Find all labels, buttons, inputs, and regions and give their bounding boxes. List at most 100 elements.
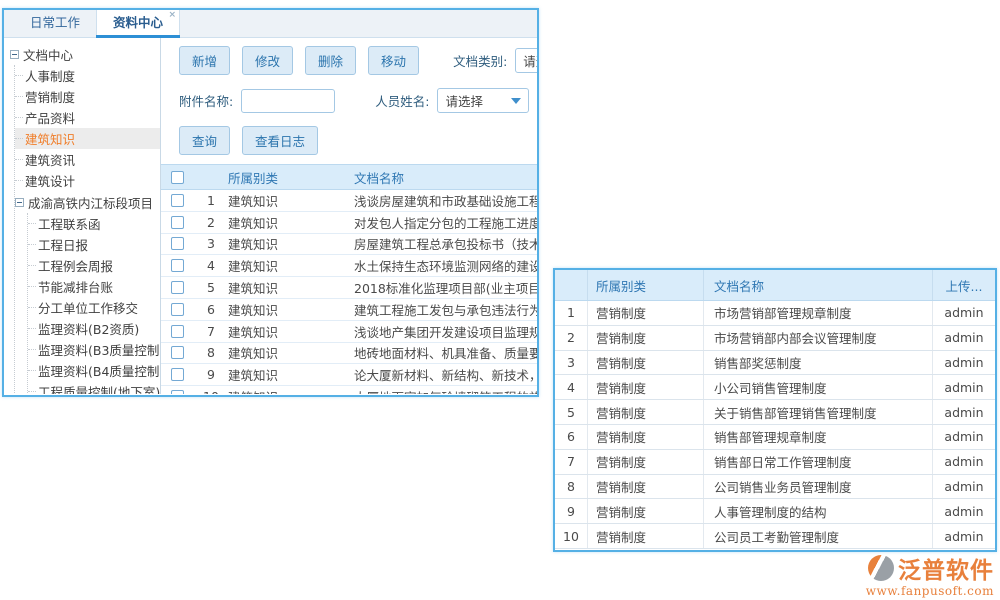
tree-leaf[interactable]: 节能减排台账 (28, 276, 160, 297)
tree-leaf[interactable]: 建筑资讯 (15, 149, 160, 170)
row-checkbox[interactable] (171, 390, 184, 394)
cell-category: 建筑知识 (228, 365, 354, 384)
tree-leaf[interactable]: 工程质量控制(地下室) (28, 381, 160, 394)
table-row[interactable]: 8营销制度公司销售业务员管理制度admin (555, 475, 995, 500)
table-row[interactable]: 2营销制度市场营销部内部会议管理制度admin (555, 326, 995, 351)
tree-leaf[interactable]: 监理资料(B4质量控制) (28, 360, 160, 381)
table-row[interactable]: 4建筑知识水土保持生态环境监测网络的建设与资... (161, 255, 537, 277)
cell-index: 6 (555, 425, 588, 449)
row-checkbox[interactable] (171, 194, 184, 207)
tree-leaf[interactable]: 工程日报 (28, 234, 160, 255)
tree-root-document-center[interactable]: 文档中心 (10, 43, 160, 65)
toolbar-row-filters: 附件名称: 人员姓名: 请选择 上传日期 (161, 88, 537, 113)
cell-doc-name: 房屋建筑工程总承包投标书（技术标）... (354, 234, 537, 253)
row-checkbox[interactable] (171, 368, 184, 381)
cell-doc-name: 销售部日常工作管理制度 (704, 450, 933, 474)
cell-category: 营销制度 (588, 375, 704, 399)
header-doc-name[interactable]: 文档名称 (704, 270, 933, 300)
tree-leaf[interactable]: 监理资料(B2资质) (28, 318, 160, 339)
row-checkbox[interactable] (171, 281, 184, 294)
doc-category-value: 请选择 (523, 51, 537, 70)
cell-doc-name: 关于销售部管理销售管理制度 (704, 400, 933, 424)
view-log-button[interactable]: 查看日志 (242, 126, 318, 155)
tree-node-project[interactable]: 成渝高铁内江标段项目 (15, 191, 160, 213)
chevron-down-icon (511, 98, 521, 104)
attachment-name-label: 附件名称: (179, 91, 233, 110)
tree-leaf[interactable]: 工程例会周报 (28, 255, 160, 276)
tab-daily-work[interactable]: 日常工作 (14, 10, 96, 37)
doc-category-select[interactable]: 请选择 (515, 48, 537, 73)
table-row[interactable]: 1建筑知识浅谈房屋建筑和市政基础设施工程施工... (161, 190, 537, 212)
row-checkbox[interactable] (171, 237, 184, 250)
edit-button[interactable]: 修改 (242, 46, 293, 75)
tree-leaf-label: 监理资料(B3质量控制) (38, 340, 161, 359)
cell-index: 2 (555, 326, 588, 350)
collapse-icon[interactable] (10, 50, 19, 59)
cell-index: 5 (194, 280, 228, 295)
table-row[interactable]: 9营销制度人事管理制度的结构admin (555, 499, 995, 524)
row-checkbox[interactable] (171, 346, 184, 359)
tree-leaf[interactable]: 营销制度 (15, 86, 160, 107)
cell-doc-name: 大厦地下室加气砼墙砌筑工程的施工方... (354, 387, 537, 394)
row-checkbox[interactable] (171, 216, 184, 229)
move-button[interactable]: 移动 (368, 46, 419, 75)
cell-doc-name: 市场营销部管理规章制度 (704, 301, 933, 325)
table-row[interactable]: 8建筑知识地砖地面材料、机具准备、质量要求及... (161, 343, 537, 365)
tab-data-center[interactable]: 资料中心 × (96, 10, 180, 37)
row-checkbox[interactable] (171, 259, 184, 272)
header-doc-name[interactable]: 文档名称 (354, 168, 537, 187)
cell-uploader: admin (933, 524, 995, 548)
table-row[interactable]: 7建筑知识浅谈地产集团开发建设项目监理规划编... (161, 321, 537, 343)
add-button[interactable]: 新增 (179, 46, 230, 75)
cell-index: 6 (194, 302, 228, 317)
cell-index: 7 (194, 324, 228, 339)
cell-doc-name: 地砖地面材料、机具准备、质量要求及... (354, 343, 537, 362)
row-checkbox[interactable] (171, 325, 184, 338)
tree-leaf[interactable]: 建筑知识 (15, 128, 160, 149)
table-row[interactable]: 10建筑知识大厦地下室加气砼墙砌筑工程的施工方... (161, 386, 537, 394)
header-category[interactable]: 所属别类 (588, 270, 704, 300)
header-category[interactable]: 所属别类 (228, 168, 354, 187)
tree-leaf[interactable]: 建筑设计 (15, 170, 160, 191)
table-row[interactable]: 6营销制度销售部管理规章制度admin (555, 425, 995, 450)
table-row[interactable]: 10营销制度公司员工考勤管理制度admin (555, 524, 995, 549)
select-all-checkbox[interactable] (171, 171, 184, 184)
fanpu-logo-url: www.fanpusoft.com (866, 584, 994, 598)
cell-doc-name: 小公司销售管理制度 (704, 375, 933, 399)
table-row[interactable]: 6建筑知识建筑工程施工发包与承包违法行为认定... (161, 299, 537, 321)
cell-uploader: admin (933, 425, 995, 449)
person-name-select[interactable]: 请选择 (437, 88, 529, 113)
tree-leaf[interactable]: 工程联系函 (28, 213, 160, 234)
attachment-name-input[interactable] (241, 89, 335, 113)
delete-button[interactable]: 删除 (305, 46, 356, 75)
row-checkbox[interactable] (171, 303, 184, 316)
table-row[interactable]: 5营销制度关于销售部管理销售管理制度admin (555, 400, 995, 425)
close-icon[interactable]: × (168, 10, 176, 20)
tree-leaf[interactable]: 分工单位工作移交 (28, 297, 160, 318)
table-row[interactable]: 3营销制度销售部奖惩制度admin (555, 351, 995, 376)
table-row[interactable]: 3建筑知识房屋建筑工程总承包投标书（技术标）... (161, 234, 537, 256)
table-row[interactable]: 2建筑知识对发包人指定分包的工程施工进度安排... (161, 212, 537, 234)
cell-category: 营销制度 (588, 425, 704, 449)
fanpu-logo: 泛普软件 www.fanpusoft.com (866, 551, 994, 598)
cell-index: 9 (194, 367, 228, 382)
table-row[interactable]: 1营销制度市场营销部管理规章制度admin (555, 301, 995, 326)
tree-leaf[interactable]: 监理资料(B3质量控制) (28, 339, 160, 360)
table-row[interactable]: 5建筑知识2018标准化监理项目部(业主项目部)人员... (161, 277, 537, 299)
tree-leaf[interactable]: 人事制度 (15, 65, 160, 86)
tree-leaf[interactable]: 产品资料 (15, 107, 160, 128)
tree-connector (15, 96, 23, 97)
table-row[interactable]: 9建筑知识论大厦新材料、新结构、新技术，新工... (161, 364, 537, 386)
cell-uploader: admin (933, 301, 995, 325)
cell-category: 营销制度 (588, 475, 704, 499)
cell-category: 建筑知识 (228, 300, 354, 319)
header-uploader[interactable]: 上传... (933, 270, 995, 300)
table-row[interactable]: 7营销制度销售部日常工作管理制度admin (555, 450, 995, 475)
cell-uploader: admin (933, 475, 995, 499)
collapse-icon[interactable] (15, 198, 24, 207)
table-row[interactable]: 4营销制度小公司销售管理制度admin (555, 375, 995, 400)
tree-connector (28, 286, 36, 287)
cell-doc-name: 浅谈地产集团开发建设项目监理规划编... (354, 322, 537, 341)
document-center-window: 日常工作 资料中心 × 文档中心人事制度营销制度产品资料建筑知识建筑资讯建筑设计… (2, 8, 539, 397)
query-button[interactable]: 查询 (179, 126, 230, 155)
